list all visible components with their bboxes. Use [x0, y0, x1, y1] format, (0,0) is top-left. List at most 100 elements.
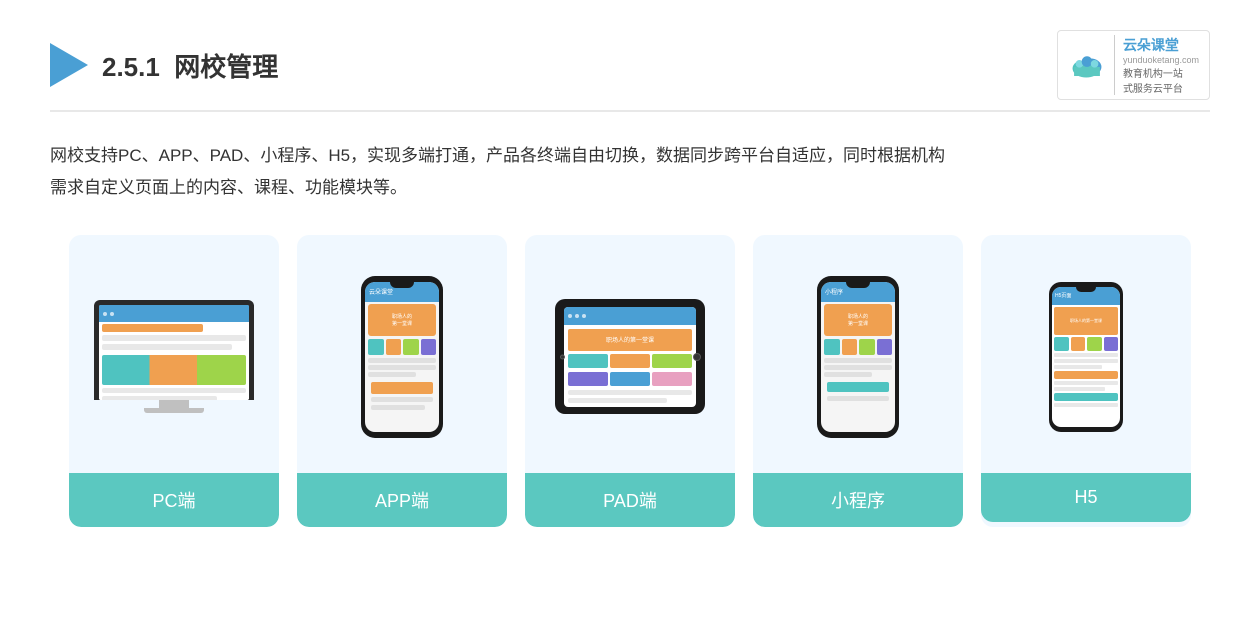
card-label-h5: H5	[981, 473, 1191, 522]
miniphone-banner-h5: 职场人的第一堂课	[1054, 307, 1118, 335]
tablet-dot-2	[575, 314, 579, 318]
phone-list-row-mini-3	[824, 372, 872, 377]
phone-grid-item-4	[421, 339, 437, 355]
phone-screen-content-mini: 小程序 职场人的第一堂课	[821, 282, 895, 432]
app-device-area: 云朵课堂 职场人的第一堂课	[311, 257, 493, 457]
tablet-home-button	[693, 353, 701, 361]
tablet-dot-1	[568, 314, 572, 318]
pc-row-2	[102, 335, 246, 341]
phone-mockup-h5: H5页面 职场人的第一堂课	[1041, 282, 1131, 432]
tablet-banner-text: 职场人的第一堂课	[606, 335, 654, 344]
miniphone-row-h5-1	[1054, 353, 1118, 357]
tablet-color-1	[568, 354, 608, 368]
tablet-dot-3	[582, 314, 586, 318]
brand-tagline: 教育机构一站 式服务云平台	[1123, 65, 1199, 95]
miniphone-grid-h5-4	[1104, 337, 1119, 351]
card-label-miniprogram: 小程序	[753, 473, 963, 527]
tablet-camera-icon	[560, 354, 565, 359]
card-pad: 职场人的第一堂课	[525, 235, 735, 527]
phone-mockup-app: 云朵课堂 职场人的第一堂课	[357, 276, 447, 438]
phone-list-row-mini-2	[824, 365, 892, 370]
phone-list-row-3	[368, 372, 416, 377]
phone-top-text-app: 云朵课堂	[369, 287, 393, 296]
pc-screen-content	[99, 305, 249, 400]
miniphone-top-text-h5: H5页面	[1055, 292, 1071, 299]
tablet-screen: 职场人的第一堂课	[564, 307, 696, 407]
brand-logo-icon	[1068, 51, 1106, 79]
page-container: 2.5.1 网校管理 云朵课堂 yunduo	[0, 0, 1260, 630]
tablet-color-5	[610, 372, 650, 386]
phone-list-row-2	[368, 365, 436, 370]
miniphone-notch-h5	[1076, 287, 1096, 292]
phone-grid-mini-3	[859, 339, 875, 355]
phone-orange-banner-app: 职场人的第一堂课	[368, 304, 436, 336]
brand-name: 云朵课堂	[1123, 35, 1199, 55]
miniphone-row-h5-4	[1054, 381, 1118, 385]
phone-grid-mini	[824, 339, 892, 355]
phone-list-row-1	[368, 358, 436, 363]
tablet-color-6	[652, 372, 692, 386]
tablet-color-2	[610, 354, 650, 368]
pc-row-4	[102, 355, 246, 385]
card-app: 云朵课堂 职场人的第一堂课	[297, 235, 507, 527]
phone-list-row-5	[371, 405, 425, 410]
pc-stand	[159, 400, 189, 408]
tablet-color-3	[652, 354, 692, 368]
phone-screen-mini: 小程序 职场人的第一堂课	[821, 282, 895, 432]
miniphone-rows-h5	[1054, 353, 1118, 407]
description-line1: 网校支持PC、APP、PAD、小程序、H5，实现多端打通，产品各终端自由切换，数…	[50, 140, 1210, 172]
pc-screen-outer	[94, 300, 254, 400]
pc-screen-inner	[99, 305, 249, 400]
description-block: 网校支持PC、APP、PAD、小程序、H5，实现多端打通，产品各终端自由切换，数…	[50, 140, 1210, 205]
phone-notch-app	[390, 282, 414, 288]
card-label-app: APP端	[297, 473, 507, 527]
miniprogram-device-area: 小程序 职场人的第一堂课	[767, 257, 949, 457]
phone-mockup-mini: 小程序 职场人的第一堂课	[813, 276, 903, 438]
pc-row-5	[102, 388, 246, 393]
pc-screen-bar	[99, 305, 249, 322]
phone-grid-item-1	[368, 339, 384, 355]
phone-grid-mini-4	[877, 339, 893, 355]
tablet-screen-top	[564, 307, 696, 325]
tablet-color-4	[568, 372, 608, 386]
phone-list-row-4	[371, 397, 433, 402]
brand-url: yunduoketang.com	[1123, 55, 1199, 65]
miniphone-outer-h5: H5页面 职场人的第一堂课	[1049, 282, 1123, 432]
phone-screen-app: 云朵课堂 职场人的第一堂课	[365, 282, 439, 432]
tablet-color-grid	[568, 354, 692, 386]
pc-row-1	[102, 324, 203, 332]
cards-container: PC端 云朵课堂 职场人的第一堂课	[50, 235, 1210, 527]
card-label-pad: PAD端	[525, 473, 735, 527]
pc-base	[144, 408, 204, 413]
phone-screen-content-app: 云朵课堂 职场人的第一堂课	[365, 282, 439, 432]
tablet-body: 职场人的第一堂课	[564, 325, 696, 407]
logo-triangle-icon	[50, 43, 88, 87]
phone-orange-banner-mini: 职场人的第一堂课	[824, 304, 892, 336]
section-number: 2.5.1	[102, 52, 160, 82]
miniphone-screen-h5: H5页面 职场人的第一堂课	[1052, 287, 1120, 427]
miniphone-row-h5-2	[1054, 359, 1118, 363]
description-line2: 需求自定义页面上的内容、课程、功能模块等。	[50, 172, 1210, 204]
miniphone-grid-h5-2	[1071, 337, 1086, 351]
card-pc: PC端	[69, 235, 279, 527]
card-h5: H5页面 职场人的第一堂课	[981, 235, 1191, 527]
miniphone-grid-h5-3	[1087, 337, 1102, 351]
miniphone-row-h5-3	[1054, 365, 1102, 369]
pc-dot-1	[103, 312, 107, 316]
tablet-body-banner: 职场人的第一堂课	[568, 329, 692, 351]
miniphone-grid-h5	[1054, 337, 1118, 351]
tablet-outer: 职场人的第一堂课	[555, 299, 705, 414]
page-title: 2.5.1 网校管理	[102, 47, 278, 84]
miniphone-grid-h5-1	[1054, 337, 1069, 351]
phone-list-rows-app	[368, 358, 436, 410]
pc-row-6	[102, 396, 217, 400]
phone-grid-item-2	[386, 339, 402, 355]
phone-list-row-mini-4	[827, 396, 889, 401]
pc-row-3	[102, 344, 232, 350]
pc-body-rows	[102, 324, 246, 400]
miniphone-row-h5-6	[1054, 403, 1118, 407]
phone-grid-mini-1	[824, 339, 840, 355]
tablet-mockup: 职场人的第一堂课	[555, 299, 705, 414]
header: 2.5.1 网校管理 云朵课堂 yunduo	[50, 30, 1210, 112]
h5-device-area: H5页面 职场人的第一堂课	[995, 257, 1177, 457]
